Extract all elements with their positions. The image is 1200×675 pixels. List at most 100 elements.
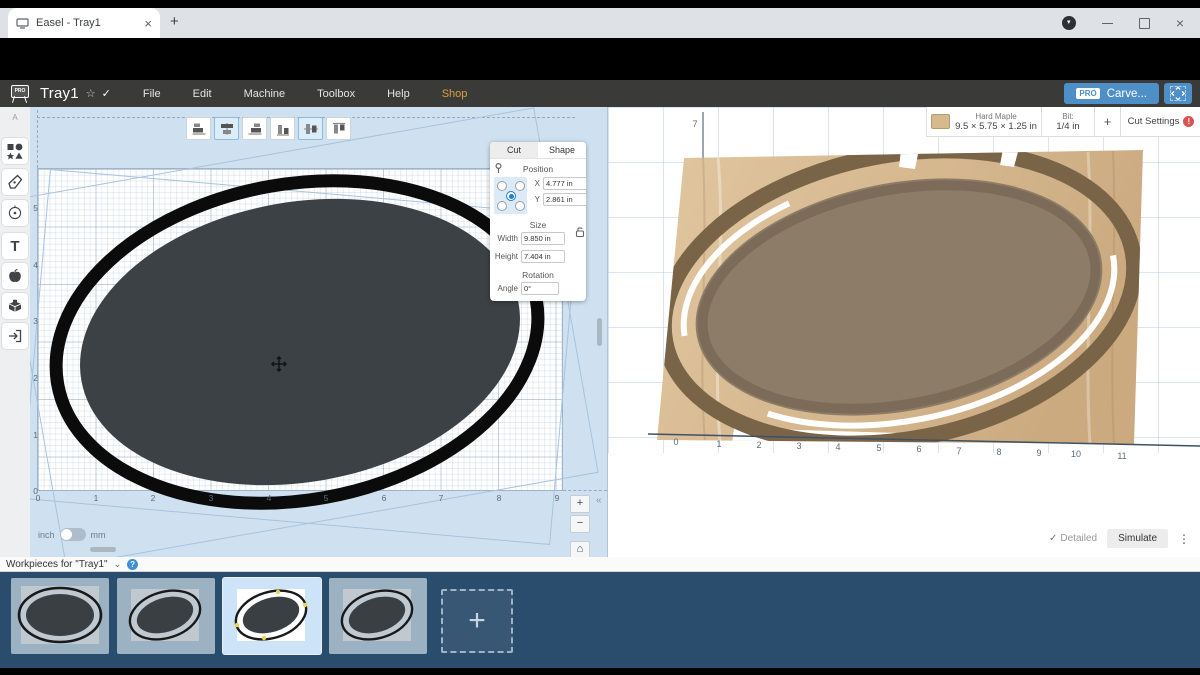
height-field[interactable]	[521, 250, 565, 263]
axis-tick: 3	[796, 441, 802, 451]
shapes-icon	[6, 143, 23, 160]
ruler-tick: 2	[33, 373, 38, 383]
axis-tick: 11	[1117, 451, 1127, 461]
simulate-button[interactable]: Simulate	[1107, 529, 1168, 548]
detailed-toggle[interactable]: ✓ Detailed	[1049, 533, 1097, 544]
align-center-v-button[interactable]	[298, 117, 323, 140]
favorite-star-icon[interactable]: ☆	[86, 87, 96, 100]
project-title[interactable]: Tray1	[40, 85, 79, 102]
restore-button[interactable]	[1138, 17, 1150, 29]
minimize-button[interactable]	[1101, 22, 1113, 24]
pen-nib-icon	[8, 174, 23, 189]
ruler-tick: 0	[33, 486, 38, 496]
pen-tool-button[interactable]	[2, 169, 28, 195]
collapse-panel-arrow[interactable]: «	[596, 495, 602, 506]
import-icon	[9, 329, 22, 343]
anchor-top-right[interactable]	[515, 181, 525, 191]
menu-file[interactable]: File	[143, 88, 161, 100]
axis-tick: 1	[716, 439, 722, 449]
design-canvas-2d[interactable]: 0 1 2 3 4 5 6 7 8 9 5 4 3 2 1 0 Cut Shap…	[30, 107, 607, 557]
workpiece-thumbnail-2[interactable]	[117, 578, 215, 654]
ruler-tick: 5	[323, 493, 329, 503]
browser-tab[interactable]: Easel - Tray1 ×	[8, 8, 160, 38]
horizontal-scrollbar[interactable]	[90, 547, 116, 552]
bit-selector[interactable]: Bit: 1/4 in	[1042, 107, 1095, 136]
pro-badge: PRO	[1076, 88, 1100, 99]
add-bit-button[interactable]: +	[1095, 107, 1121, 136]
anchor-center[interactable]	[506, 191, 516, 201]
align-right-button[interactable]	[242, 117, 267, 140]
anchor-bottom-right[interactable]	[515, 201, 525, 211]
help-icon[interactable]: ?	[127, 558, 139, 570]
anchor-top-left[interactable]	[497, 181, 507, 191]
align-center-h-button[interactable]	[214, 117, 239, 140]
zoom-controls: + − ⌂	[570, 495, 590, 557]
text-tool-button[interactable]: T	[2, 233, 28, 259]
workpiece-thumbnail-4[interactable]	[329, 578, 427, 654]
aspect-lock-icon[interactable]	[575, 226, 585, 238]
apps-tool-button[interactable]	[2, 263, 28, 289]
zoom-out-button[interactable]: −	[570, 515, 590, 533]
jog-machine-button[interactable]	[1164, 83, 1192, 104]
material-tool-button[interactable]	[2, 293, 28, 319]
ruler-tick: 3	[208, 493, 214, 503]
ruler-tick: 1	[93, 493, 99, 503]
zoom-in-button[interactable]: +	[570, 495, 590, 513]
workpieces-header[interactable]: Workpieces for "Tray1" ⌄ ?	[0, 557, 1200, 572]
pin-icon[interactable]	[494, 163, 503, 174]
align-top-button[interactable]	[326, 117, 351, 140]
material-header: Hard Maple 9.5 × 5.75 × 1.25 in Bit: 1/4…	[926, 107, 1200, 137]
axis-tick: 6	[916, 444, 922, 454]
workpiece-thumbnail-1[interactable]	[11, 578, 109, 654]
menu-shop[interactable]: Shop	[442, 88, 468, 100]
more-options-icon[interactable]: ⋮	[1178, 532, 1190, 546]
menu-edit[interactable]: Edit	[193, 88, 212, 100]
easel-favicon-icon	[16, 17, 29, 29]
move-cursor-icon	[271, 356, 287, 372]
tab-shape[interactable]: Shape	[538, 142, 586, 158]
anchor-bottom-left[interactable]	[497, 201, 507, 211]
zoom-fit-button[interactable]: ⌂	[570, 541, 590, 557]
import-tool-button[interactable]	[2, 323, 28, 349]
carve-button[interactable]: PRO Carve...	[1064, 83, 1159, 104]
browser-tab-bar: Easel - Tray1 × + ▾ ×	[0, 8, 1200, 38]
unit-toggle[interactable]	[59, 528, 86, 541]
x-position-field[interactable]	[543, 177, 587, 190]
easel-logo-icon[interactable]: PRO	[9, 84, 31, 104]
y-position-field[interactable]	[543, 193, 587, 206]
anchor-point-selector[interactable]	[494, 177, 527, 214]
material-selector[interactable]: Hard Maple 9.5 × 5.75 × 1.25 in	[927, 107, 1042, 136]
close-window-button[interactable]: ×	[1176, 16, 1184, 30]
x-label: X	[534, 179, 540, 188]
browser-menu-icon[interactable]: ▾	[1061, 16, 1076, 30]
alignment-toolbar	[186, 117, 351, 140]
tab-cut[interactable]: Cut	[490, 142, 538, 158]
align-left-button[interactable]	[186, 117, 211, 140]
width-field[interactable]	[521, 232, 565, 245]
unit-inch-label: inch	[38, 529, 55, 540]
ruler-tick: 3	[33, 316, 38, 326]
cut-settings-button[interactable]: Cut Settings !	[1121, 107, 1200, 136]
unit-mm-label: mm	[90, 529, 106, 540]
shapes-tool-button[interactable]	[2, 138, 28, 164]
add-workpiece-button[interactable]: +	[441, 589, 513, 653]
align-bottom-button[interactable]	[270, 117, 295, 140]
menu-help[interactable]: Help	[387, 88, 410, 100]
axis-tick: 0	[673, 437, 679, 447]
origin-tool-button[interactable]	[2, 200, 28, 226]
angle-field[interactable]	[521, 282, 559, 295]
tab-close-icon[interactable]: ×	[144, 16, 152, 31]
chevron-down-icon[interactable]: ⌄	[114, 559, 122, 570]
menu-toolbox[interactable]: Toolbox	[317, 88, 355, 100]
check-icon: ✓	[1049, 533, 1058, 544]
size-label: Size	[529, 220, 547, 230]
menu-machine[interactable]: Machine	[244, 88, 286, 100]
ruler-tick: 4	[266, 493, 272, 503]
preview-panel-3d[interactable]: 7 0 1 2 3 4 5 6 7 8 9 10 11 Hard Maple 9…	[607, 107, 1200, 557]
vertical-scrollbar[interactable]	[597, 318, 602, 346]
new-tab-button[interactable]: +	[170, 13, 179, 30]
workpieces-title: Workpieces for "Tray1"	[6, 558, 108, 570]
workpiece-thumbnail-3-selected[interactable]	[223, 578, 321, 654]
toggle-knob	[60, 529, 72, 540]
rotation-label: Rotation	[522, 270, 554, 280]
